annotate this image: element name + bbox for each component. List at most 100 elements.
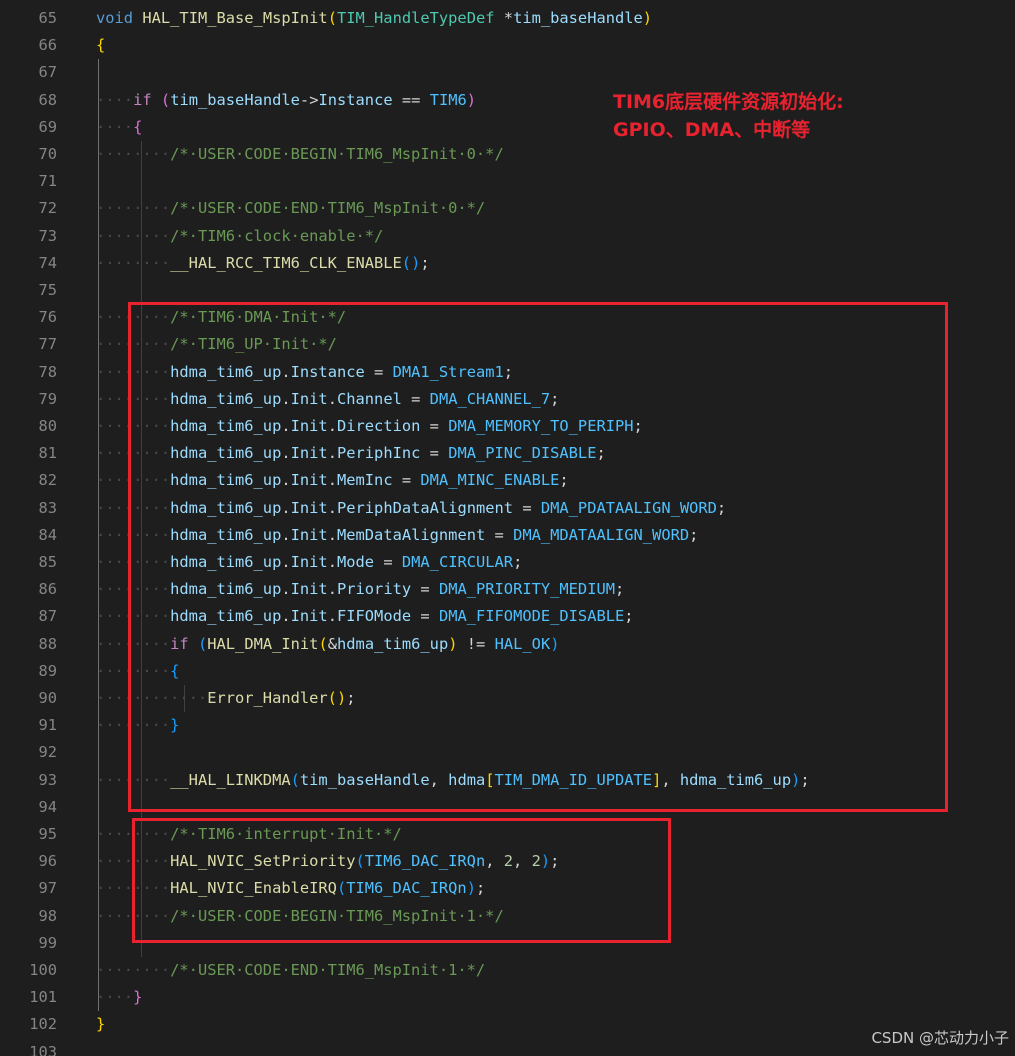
code-token: __HAL_RCC_TIM6_CLK_ENABLE <box>170 253 402 272</box>
code-token: /*·USER·CODE·BEGIN·TIM6_MspInit·0·*/ <box>170 145 504 163</box>
line-number: 85 <box>38 553 57 571</box>
annotation-line-1: TIM6底层硬件资源初始化: <box>613 91 844 113</box>
code-line[interactable]: 73 ········/*·TIM6·clock·enable·*/ <box>0 223 1015 250</box>
line-number: 98 <box>38 906 57 925</box>
code-token: ········ <box>96 253 171 272</box>
code-line[interactable]: 65 void HAL_TIM_Base_MspInit(TIM_HandleTy… <box>0 5 1015 32</box>
line-number: 95 <box>38 825 57 843</box>
code-line[interactable]: 100 ········/*·USER·CODE·END·TIM6_MspInit… <box>0 957 1015 984</box>
code-token: ········ <box>96 199 171 218</box>
code-line[interactable]: 67 <box>0 59 1015 86</box>
line-number: 84 <box>38 525 57 544</box>
line-code[interactable]: ····} <box>96 984 142 1011</box>
line-number: 77 <box>38 335 57 354</box>
code-token: if <box>133 90 152 109</box>
code-token: } <box>133 988 143 1007</box>
line-number: 70 <box>38 145 57 163</box>
annotation-line-2: GPIO、DMA、中断等 <box>613 119 811 141</box>
code-token: () <box>401 253 421 272</box>
interrupt-init-highlight-box <box>132 818 671 943</box>
line-number: 71 <box>38 172 57 191</box>
line-number: 94 <box>38 797 57 816</box>
code-token: /*·USER·CODE·END·TIM6_MspInit·1·*/ <box>170 961 486 979</box>
code-token: -> <box>299 90 319 109</box>
line-code[interactable]: { <box>96 32 105 59</box>
code-token: /*·USER·CODE·END·TIM6_MspInit·0·*/ <box>170 199 486 218</box>
code-line[interactable]: 75 <box>0 277 1015 304</box>
code-token: tim_baseHandle <box>513 9 643 27</box>
code-token: HAL_TIM_Base_MspInit <box>142 9 328 27</box>
line-number: 88 <box>38 634 57 653</box>
line-number: 75 <box>38 281 57 299</box>
code-line[interactable]: 71 <box>0 168 1015 195</box>
line-number: 91 <box>38 716 57 735</box>
code-line[interactable]: 66 { <box>0 32 1015 59</box>
line-number: 65 <box>38 9 57 27</box>
line-number: 67 <box>38 63 57 82</box>
line-number: 89 <box>38 661 57 680</box>
code-token: /*·TIM6·clock·enable·*/ <box>170 226 384 245</box>
code-line[interactable]: 72 ········/*·USER·CODE·END·TIM6_MspInit·… <box>0 195 1015 222</box>
line-number: 103 <box>29 1042 57 1056</box>
line-code[interactable]: ········/*·TIM6·clock·enable·*/ <box>96 223 383 250</box>
code-line[interactable]: 70 ········/*·USER·CODE·BEGIN·TIM6_MspIni… <box>0 141 1015 168</box>
line-number: 73 <box>38 226 57 245</box>
code-line[interactable]: 74 ········__HAL_RCC_TIM6_CLK_ENABLE(); <box>0 250 1015 277</box>
line-code[interactable]: ········__HAL_RCC_TIM6_CLK_ENABLE(); <box>96 250 430 277</box>
line-number: 100 <box>29 961 57 979</box>
code-token: ) <box>466 90 477 109</box>
code-line[interactable]: 103 <box>0 1039 1015 1056</box>
code-line[interactable]: 69 ····{ <box>0 114 1015 141</box>
code-token: ) <box>642 9 653 27</box>
line-number: 68 <box>38 90 57 109</box>
line-number: 82 <box>38 471 57 490</box>
line-number: 101 <box>29 988 57 1007</box>
code-editor[interactable]: /*·USER·CODE·*/ 65void HAL_TIM_Base_MspI… <box>0 0 1015 1056</box>
line-number: 90 <box>38 689 57 707</box>
code-token: ········ <box>96 145 171 163</box>
code-token: * <box>503 9 514 27</box>
line-number: 66 <box>38 36 57 55</box>
code-token: ········ <box>96 226 171 245</box>
line-number: 86 <box>38 580 57 599</box>
watermark: CSDN @芯动力小子 <box>871 1029 1009 1047</box>
line-number: 78 <box>38 362 57 381</box>
dma-init-highlight-box <box>128 302 948 812</box>
line-code[interactable]: void HAL_TIM_Base_MspInit(TIM_HandleType… <box>96 5 652 32</box>
line-number: 93 <box>38 770 57 789</box>
code-token: ···· <box>96 117 134 136</box>
code-line[interactable]: 101 ····} <box>0 984 1015 1011</box>
line-number: 69 <box>38 117 57 136</box>
line-number: 102 <box>29 1015 57 1034</box>
code-line[interactable]: 68 ····if (tim_baseHandle->Instance == TI… <box>0 87 1015 114</box>
line-number: 80 <box>38 417 57 435</box>
code-token: == <box>401 90 421 109</box>
code-token: ( <box>327 9 337 27</box>
code-token: ; <box>420 253 430 272</box>
code-token: tim_baseHandle <box>170 90 300 109</box>
line-code[interactable]: ········/*·USER·CODE·END·TIM6_MspInit·1·… <box>96 957 485 984</box>
line-number: 81 <box>38 444 57 463</box>
line-number: 72 <box>38 199 57 218</box>
code-token: } <box>96 1015 106 1034</box>
code-token: ···· <box>96 90 134 109</box>
line-number: 99 <box>38 933 57 952</box>
line-code[interactable]: } <box>96 1011 105 1038</box>
code-token: ···· <box>96 988 134 1007</box>
code-token: ········ <box>96 961 171 979</box>
code-token: TIM6 <box>429 90 467 109</box>
code-token: Instance <box>318 90 393 109</box>
code-token: ( <box>160 90 171 109</box>
line-code[interactable]: ····if (tim_baseHandle->Instance == TIM6… <box>96 87 476 114</box>
line-number: 74 <box>38 253 57 272</box>
line-number: 96 <box>38 852 57 871</box>
line-code[interactable]: ········/*·USER·CODE·END·TIM6_MspInit·0·… <box>96 195 485 222</box>
line-number: 76 <box>38 308 57 327</box>
line-code[interactable]: ····{ <box>96 114 142 141</box>
line-code[interactable]: ········/*·USER·CODE·BEGIN·TIM6_MspInit·… <box>96 141 504 168</box>
code-line[interactable]: 102} <box>0 1011 1015 1038</box>
